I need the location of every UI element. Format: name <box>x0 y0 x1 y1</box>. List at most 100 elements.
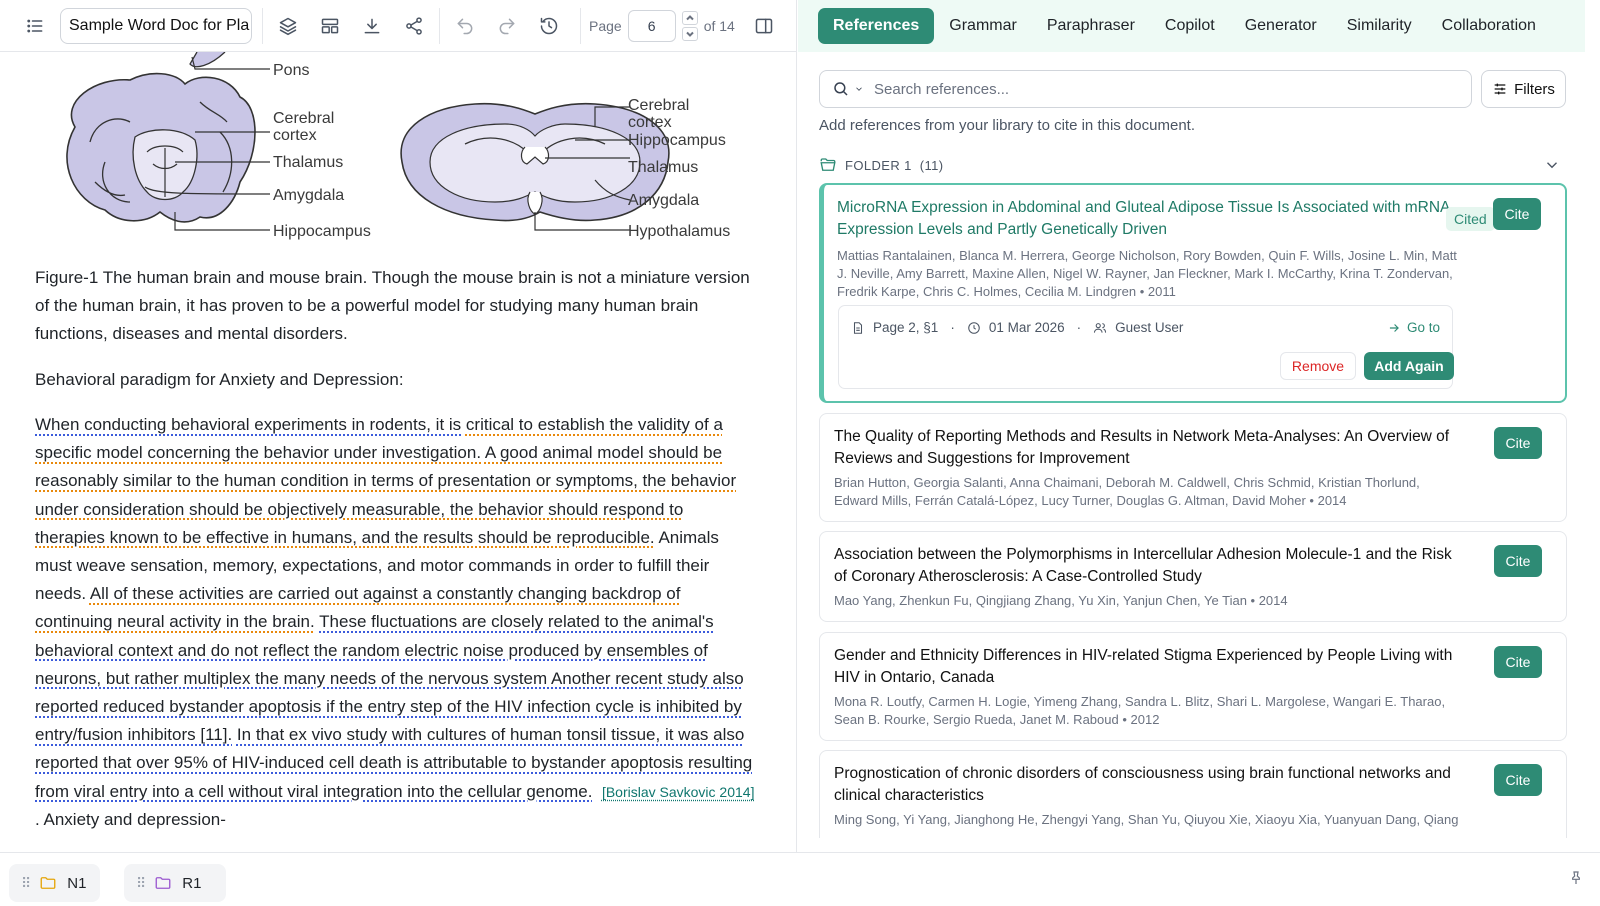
add-again-button[interactable]: Add Again <box>1364 352 1454 380</box>
document-icon <box>853 321 863 334</box>
mouse-label-hypothalamus: Hypothalamus <box>628 223 731 240</box>
go-to-label: Go to <box>1406 320 1440 335</box>
page-stepper[interactable] <box>681 10 698 41</box>
filters-button[interactable]: Filters <box>1481 70 1566 108</box>
human-label-cerebral: Cerebral <box>273 110 335 127</box>
cite-button[interactable]: Cite <box>1493 198 1541 230</box>
bottom-tab-label: R1 <box>182 874 202 892</box>
tab-generator[interactable]: Generator <box>1230 8 1332 44</box>
page-number-input[interactable]: 6 <box>627 9 676 42</box>
body-paragraph: When conducting behavioral experiments i… <box>35 411 755 834</box>
folder-icon <box>155 877 171 889</box>
document-name-field[interactable]: Sample Word Doc for Pla <box>60 7 252 44</box>
meta-separator: · <box>950 320 955 335</box>
mouse-label-cerebral: Cerebral <box>628 97 690 114</box>
outline-menu-icon[interactable] <box>14 5 56 47</box>
cite-button[interactable]: Cite <box>1494 764 1542 796</box>
bottom-tab-bar <box>0 852 1600 906</box>
citation-meta: Page 2, §1 · 01 Mar 2026 · Guest User <box>851 320 1183 335</box>
reference-authors: Mona R. Loutfy, Carmen H. Logie, Yimeng … <box>834 694 1446 727</box>
folder-header[interactable]: FOLDER 1 (11) <box>819 152 1567 178</box>
filters-label: Filters <box>1514 80 1555 98</box>
folder-name: FOLDER 1 <box>845 157 912 173</box>
cite-button[interactable]: Cite <box>1494 427 1542 459</box>
tab-paraphraser[interactable]: Paraphraser <box>1032 8 1150 44</box>
panel-scroll-mask <box>798 838 1600 852</box>
editor-toolbar: Sample Word Doc for Pla Page 6 of 14 <box>0 0 796 52</box>
chevron-down-icon[interactable] <box>681 26 698 41</box>
toggle-panel-icon[interactable] <box>743 5 785 47</box>
reference-authors: Brian Hutton, Georgia Salanti, Anna Chai… <box>834 475 1420 508</box>
layout-icon[interactable] <box>309 5 351 47</box>
chevron-down-icon[interactable] <box>1543 156 1561 177</box>
reference-card[interactable]: Prognostication of chronic disorders of … <box>819 750 1567 852</box>
mouse-label-amygdala: Amygdala <box>628 192 700 209</box>
references-panel: References Grammar Paraphraser Copilot G… <box>798 0 1600 852</box>
clock-icon <box>968 321 980 334</box>
human-label-amygdala: Amygdala <box>273 187 345 204</box>
cite-button[interactable]: Cite <box>1494 545 1542 577</box>
reference-card[interactable]: The Quality of Reporting Methods and Res… <box>819 413 1567 522</box>
remove-citation-button[interactable]: Remove <box>1280 352 1356 380</box>
citation-location: Page 2, §1 <box>873 320 939 335</box>
panel-hint-text: Add references from your library to cite… <box>819 117 1195 134</box>
tab-grammar[interactable]: Grammar <box>934 8 1032 44</box>
mouse-label-hippocampus: Hippocampus <box>628 132 726 149</box>
undo-icon[interactable] <box>444 5 486 47</box>
layers-icon[interactable] <box>267 5 309 47</box>
section-heading: Behavioral paradigm for Anxiety and Depr… <box>35 370 404 389</box>
reference-authors: Mattias Rantalainen, Blanca M. Herrera, … <box>837 248 1457 299</box>
cited-badge: Cited <box>1446 207 1495 231</box>
reference-title[interactable]: Gender and Ethnicity Differences in HIV-… <box>834 645 1454 689</box>
reference-title[interactable]: The Quality of Reporting Methods and Res… <box>834 426 1454 470</box>
folder-count: (11) <box>919 157 944 173</box>
reference-authors: Mao Yang, Zhenkun Fu, Qingjiang Zhang, Y… <box>834 593 1288 608</box>
reference-title[interactable]: Prognostication of chronic disorders of … <box>834 763 1454 807</box>
reference-title[interactable]: MicroRNA Expression in Abdominal and Glu… <box>837 197 1457 241</box>
document-pane: Sample Word Doc for Pla Page 6 of 14 Pon… <box>0 0 797 852</box>
bottom-tab-n1[interactable]: ⠿ N1 <box>9 864 101 902</box>
chevron-up-icon[interactable] <box>681 10 698 25</box>
app-root: Sample Word Doc for Pla Page 6 of 14 Pon… <box>0 0 1600 906</box>
citation-user: Guest User <box>1115 320 1184 335</box>
share-icon[interactable] <box>393 5 435 47</box>
arrow-right-icon <box>1389 323 1399 332</box>
cite-button[interactable]: Cite <box>1494 646 1542 678</box>
folder-icon <box>40 877 56 889</box>
reference-search-input[interactable]: Search references... <box>819 70 1472 108</box>
tab-similarity[interactable]: Similarity <box>1332 8 1427 44</box>
reference-card[interactable]: Association between the Polymorphisms in… <box>819 531 1567 622</box>
search-icon <box>834 82 848 96</box>
toolbar-divider <box>262 7 263 44</box>
page-label: Page <box>589 17 622 34</box>
mouse-label-thalamus: Thalamus <box>628 159 699 176</box>
human-label-pons: Pons <box>273 62 310 79</box>
document-body[interactable]: Pons Cerebral cortex Thalamus Amygdala H… <box>35 52 760 852</box>
redo-icon[interactable] <box>486 5 528 47</box>
mouse-label-cortex: cortex <box>628 114 672 131</box>
toolbar-divider <box>439 7 440 44</box>
drag-handle-icon[interactable]: ⠿ <box>21 875 31 892</box>
download-icon[interactable] <box>351 5 393 47</box>
page-navigator: Page 6 of 14 <box>589 9 735 42</box>
human-label-cortex: cortex <box>273 127 317 144</box>
reference-title[interactable]: Association between the Polymorphisms in… <box>834 544 1454 588</box>
pin-icon[interactable] <box>1568 870 1586 888</box>
tab-references[interactable]: References <box>818 8 935 44</box>
toolbar-divider <box>580 7 581 44</box>
bottom-tab-r1[interactable]: ⠿ R1 <box>124 864 226 902</box>
suggestion-span[interactable]: When conducting behavioral experiments i… <box>35 415 461 434</box>
drag-handle-icon[interactable]: ⠿ <box>136 875 146 892</box>
tab-copilot[interactable]: Copilot <box>1150 8 1230 44</box>
brain-figure: Pons Cerebral cortex Thalamus Amygdala H… <box>35 52 760 252</box>
chevron-down-icon[interactable] <box>854 84 864 94</box>
tab-collaboration[interactable]: Collaboration <box>1427 8 1551 44</box>
reference-card[interactable]: Gender and Ethnicity Differences in HIV-… <box>819 632 1567 741</box>
inline-citation-link[interactable]: [Borislav Savkovic 2014] <box>602 784 755 800</box>
bottom-tab-label: N1 <box>67 874 87 892</box>
go-to-citation-button[interactable]: Go to <box>1387 320 1440 335</box>
search-placeholder: Search references... <box>874 80 1010 98</box>
reference-card[interactable]: MicroRNA Expression in Abdominal and Glu… <box>819 183 1567 403</box>
history-icon[interactable] <box>528 5 570 47</box>
citation-date: 01 Mar 2026 <box>988 320 1065 335</box>
